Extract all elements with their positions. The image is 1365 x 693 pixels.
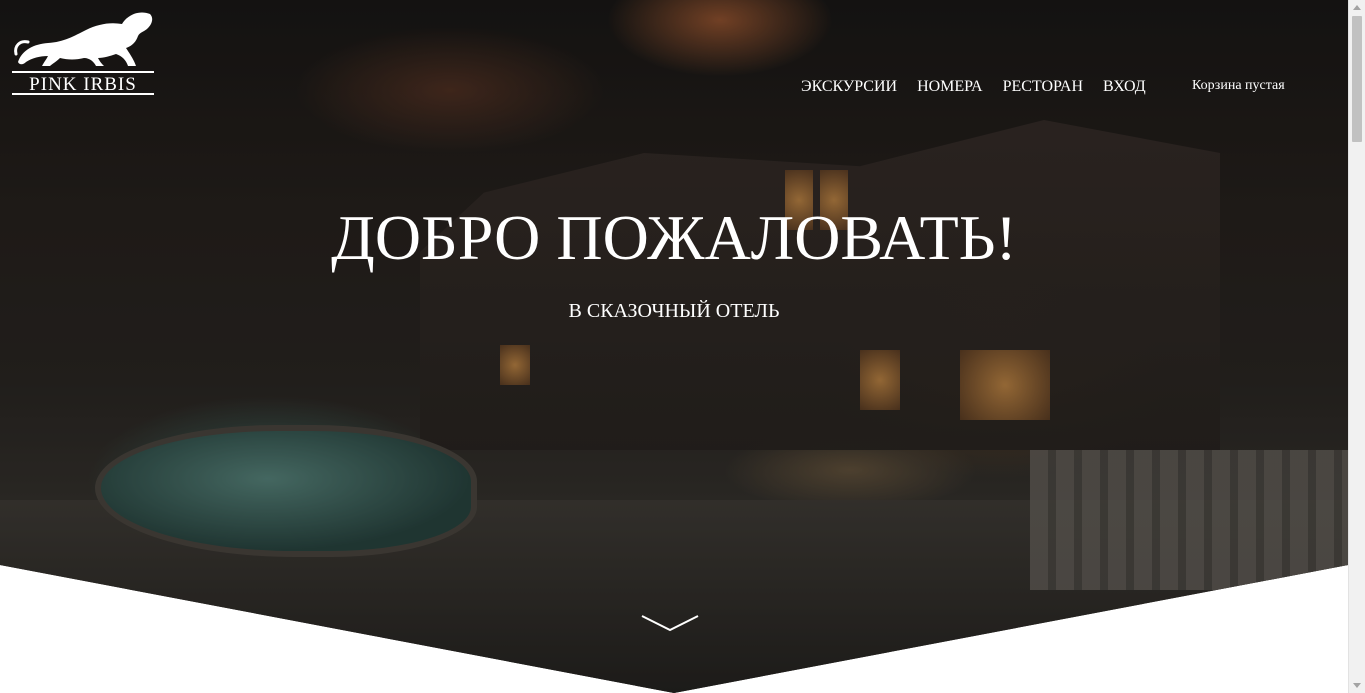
logo[interactable]: PINK IRBIS [12,10,154,96]
nav-item-excursions[interactable]: ЭКСКУРСИИ [801,78,897,96]
cart-status-link[interactable]: Корзина пустая [1192,78,1285,94]
hero-subtitle: В СКАЗОЧНЫЙ ОТЕЛЬ [568,300,780,322]
page: PINK IRBIS ЭКСКУРСИИ НОМЕРА РЕСТОРАН ВХО… [0,0,1365,693]
page-scrollbar[interactable] [1348,0,1365,693]
nav-item-restaurant[interactable]: РЕСТОРАН [1003,78,1083,96]
scroll-down-button[interactable] [640,612,700,634]
scroll-up-arrow-icon[interactable] [1353,5,1361,10]
chevron-down-icon [641,615,699,632]
logo-rule-bottom [12,93,154,95]
nav-item-rooms[interactable]: НОМЕРА [917,78,983,96]
hero-overlay [0,0,1348,693]
logo-rule-top [12,71,154,73]
snow-leopard-icon [14,12,153,66]
scrollbar-thumb[interactable] [1352,16,1362,142]
hero-title: ДОБРО ПОЖАЛОВАТЬ! [331,202,1017,273]
hero-background-image [0,0,1348,693]
main-navigation: ЭКСКУРСИИ НОМЕРА РЕСТОРАН ВХОД [801,78,1166,96]
nav-item-login[interactable]: ВХОД [1103,78,1146,96]
scroll-down-arrow-icon[interactable] [1353,683,1361,688]
